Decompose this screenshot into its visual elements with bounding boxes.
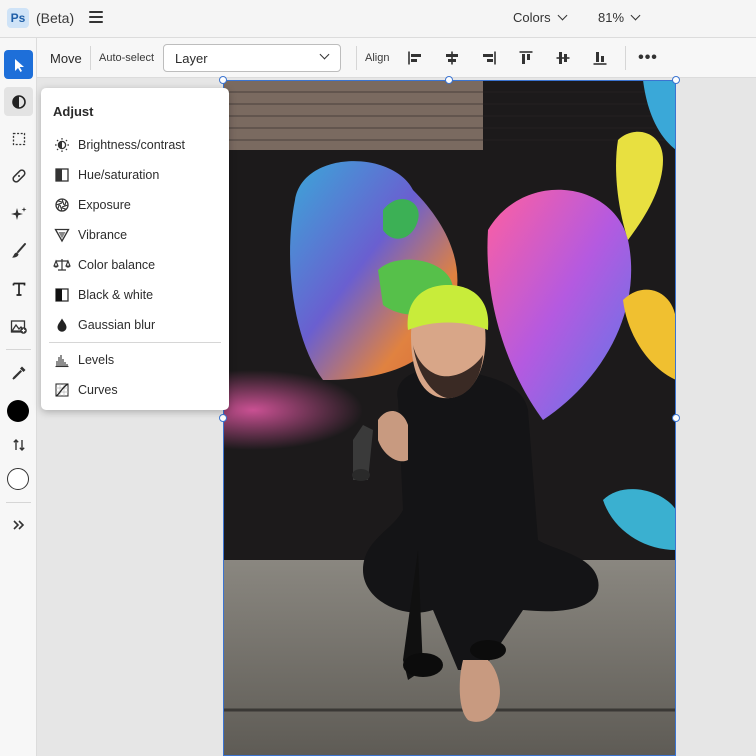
arrow-pointer-icon xyxy=(14,58,24,72)
align-horizontal-center-button[interactable] xyxy=(442,48,462,68)
black-white-icon xyxy=(53,286,71,304)
chevron-down-icon xyxy=(557,10,568,21)
adjust-item-brightness-contrast[interactable]: Brightness/contrast xyxy=(49,132,221,158)
auto-select-value: Layer xyxy=(175,51,208,66)
swap-arrows-icon xyxy=(12,438,25,451)
adjust-tool-button[interactable] xyxy=(4,87,33,116)
auto-select-dropdown[interactable]: Layer xyxy=(163,44,341,72)
transform-handle[interactable] xyxy=(672,76,680,84)
canvas-image[interactable] xyxy=(223,80,676,756)
bandage-icon xyxy=(11,168,26,183)
levels-icon xyxy=(53,351,71,369)
transform-handle[interactable] xyxy=(219,414,227,422)
adjust-item-label: Gaussian blur xyxy=(78,318,156,332)
exposure-icon xyxy=(53,196,71,214)
adjust-item-vibrance[interactable]: Vibrance xyxy=(49,222,221,248)
adjust-item-gaussian-blur[interactable]: Gaussian blur xyxy=(49,312,221,338)
adjust-item-label: Black & white xyxy=(78,288,154,302)
adjust-panel: Adjust Brightness/contrast Hue/saturatio… xyxy=(41,88,229,410)
align-top-icon xyxy=(519,51,533,64)
swap-colors-button[interactable] xyxy=(4,430,33,459)
adjust-item-curves[interactable]: Curves xyxy=(49,377,221,403)
colors-menu-label: Colors xyxy=(513,10,551,25)
drop-icon xyxy=(53,316,71,334)
active-tool-label: Move xyxy=(50,51,82,66)
adjust-item-label: Hue/saturation xyxy=(78,168,160,182)
adjust-item-label: Color balance xyxy=(78,258,156,272)
adjust-item-label: Curves xyxy=(78,383,118,397)
add-image-tool-button[interactable] xyxy=(4,311,33,340)
transform-handle[interactable] xyxy=(445,76,453,84)
curves-icon xyxy=(53,381,71,399)
expand-toolbar-button[interactable] xyxy=(4,510,33,539)
color-balance-icon xyxy=(53,256,71,274)
align-label: Align xyxy=(365,52,390,64)
align-right-icon xyxy=(483,51,496,65)
align-bottom-icon xyxy=(593,52,607,65)
tool-bar xyxy=(0,38,37,756)
adjust-item-label: Brightness/contrast xyxy=(78,138,185,152)
adjust-item-label: Levels xyxy=(78,353,115,367)
more-options-button[interactable]: ••• xyxy=(638,48,658,68)
brightness-icon xyxy=(53,136,71,154)
align-left-icon xyxy=(408,51,421,65)
foreground-color-swatch[interactable] xyxy=(7,400,29,422)
adjust-item-label: Exposure xyxy=(78,198,131,212)
transform-handle[interactable] xyxy=(219,76,227,84)
align-top-button[interactable] xyxy=(516,48,536,68)
beta-label: (Beta) xyxy=(36,10,75,26)
type-tool-button[interactable] xyxy=(4,274,33,303)
options-divider xyxy=(625,46,626,70)
zoom-level: 81% xyxy=(598,10,625,25)
adjust-item-color-balance[interactable]: Color balance xyxy=(49,252,221,278)
generative-fill-tool-button[interactable] xyxy=(4,199,33,228)
adjust-item-exposure[interactable]: Exposure xyxy=(49,192,221,218)
marquee-tool-button[interactable] xyxy=(4,124,33,153)
auto-select-label: Auto-select xyxy=(99,52,155,64)
adjust-item-hue-saturation[interactable]: Hue/saturation xyxy=(49,162,221,188)
photoshop-logo: Ps xyxy=(7,8,29,28)
move-tool-button[interactable] xyxy=(4,50,33,79)
double-chevron-right-icon xyxy=(12,519,24,530)
align-horizontal-center-icon xyxy=(446,51,458,65)
type-icon xyxy=(12,282,25,296)
background-color-swatch[interactable] xyxy=(7,468,29,490)
adjust-item-levels[interactable]: Levels xyxy=(49,347,221,373)
align-left-button[interactable] xyxy=(405,48,425,68)
brush-icon xyxy=(11,242,26,258)
marquee-selection-icon xyxy=(12,132,25,145)
toolbar-divider xyxy=(6,502,31,503)
toolbar-divider xyxy=(6,349,31,350)
transform-handle[interactable] xyxy=(672,414,680,422)
zoom-menu-button[interactable]: 81% xyxy=(598,10,641,25)
eyedropper-tool-button[interactable] xyxy=(4,358,33,387)
adjust-item-label: Vibrance xyxy=(78,228,128,242)
adjust-item-black-white[interactable]: Black & white xyxy=(49,282,221,308)
adjust-contrast-icon xyxy=(11,94,26,109)
hamburger-menu-icon[interactable] xyxy=(89,11,103,25)
options-divider xyxy=(356,46,357,70)
align-bottom-button[interactable] xyxy=(590,48,610,68)
align-vertical-center-icon xyxy=(556,52,570,64)
options-bar: Move Auto-select Layer Align ••• xyxy=(37,38,756,78)
chevron-down-icon xyxy=(630,10,641,21)
adjust-divider xyxy=(49,342,221,343)
options-divider xyxy=(90,46,91,70)
eyedropper-icon xyxy=(11,366,25,380)
image-add-icon xyxy=(10,319,27,334)
align-right-button[interactable] xyxy=(479,48,499,68)
align-vertical-center-button[interactable] xyxy=(553,48,573,68)
brush-tool-button[interactable] xyxy=(4,236,33,265)
hue-saturation-icon xyxy=(53,166,71,184)
top-bar: Ps (Beta) Colors 81% xyxy=(0,0,756,38)
healing-tool-button[interactable] xyxy=(4,161,33,190)
chevron-down-icon xyxy=(319,49,330,60)
adjust-panel-title: Adjust xyxy=(53,104,94,119)
sparkle-icon xyxy=(10,206,26,220)
vibrance-icon xyxy=(53,226,71,244)
colors-menu-button[interactable]: Colors xyxy=(513,10,568,25)
